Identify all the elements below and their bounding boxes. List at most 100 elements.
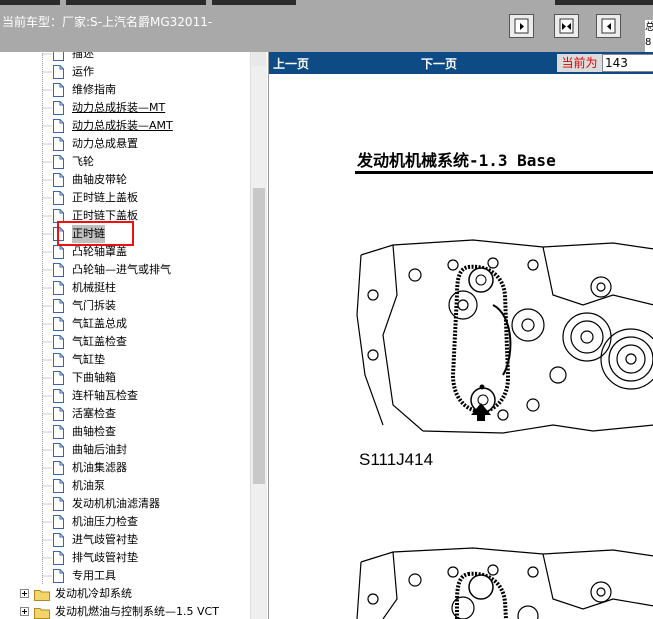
tree-item[interactable]: 曲轴检查 — [0, 423, 250, 441]
tree-item-label: 曲轴后油封 — [72, 443, 127, 456]
tree-item-label: 飞轮 — [72, 155, 94, 168]
tree-line — [42, 243, 52, 261]
scroll-up-icon[interactable] — [252, 52, 266, 66]
arrow-right-icon — [514, 18, 529, 34]
tree-line — [42, 459, 52, 477]
tree-item[interactable]: 动力总成拆装—AMT — [0, 117, 250, 135]
tree-item[interactable]: 维修指南 — [0, 81, 250, 99]
tree-item-label: 气缸盖总成 — [72, 317, 127, 330]
vehicle-title-label: 当前车型： — [2, 15, 63, 29]
tree-item[interactable]: 动力总成拆装—MT — [0, 99, 250, 117]
tree-item[interactable]: 机油压力检查 — [0, 513, 250, 531]
next-page-link[interactable]: 下一页 — [421, 55, 457, 72]
tree-item[interactable]: 进气歧管衬垫 — [0, 531, 250, 549]
tab-strip-2[interactable] — [66, 0, 206, 5]
tree-line — [42, 99, 52, 117]
page-icon — [53, 83, 64, 97]
tree-item[interactable]: 曲轴后油封 — [0, 441, 250, 459]
document-title: 发动机机械系统-1.3 Base — [357, 151, 556, 170]
tree-item-label: 气门拆装 — [72, 299, 116, 312]
prev-page-link[interactable]: 上一页 — [273, 55, 309, 72]
chapter-tree: 描述运作 维修指南动力总成拆装—MT 动力总成拆装—AMT 动力总成悬置飞轮曲轴皮带轮… — [0, 52, 250, 619]
tree-line — [42, 495, 52, 513]
tree-item[interactable]: 专用工具 — [0, 567, 250, 585]
tree-line — [42, 117, 52, 135]
scroll-thumb[interactable] — [253, 188, 265, 484]
tree-folder[interactable]: 发动机冷却系统 — [0, 585, 250, 603]
tree-item[interactable]: 连杆轴瓦检查 — [0, 387, 250, 405]
tree-item-label: 机油集滤器 — [72, 461, 127, 474]
tree-line — [42, 405, 52, 423]
fit-page-button[interactable] — [554, 14, 579, 38]
tree-line — [42, 567, 52, 585]
tree-item-label: 曲轴皮带轮 — [72, 173, 127, 186]
tree-folder-label: 发动机冷却系统 — [55, 587, 132, 600]
title-rule — [355, 171, 653, 174]
page-icon — [53, 497, 64, 511]
tree-item[interactable]: 活塞检查 — [0, 405, 250, 423]
tree-item-label: 专用工具 — [72, 569, 116, 582]
page-icon — [53, 461, 64, 475]
tab-strip-3[interactable] — [212, 0, 296, 5]
tree-item-label: 连杆轴瓦检查 — [72, 389, 138, 402]
tree-item[interactable]: 下曲轴箱 — [0, 369, 250, 387]
tree-line — [42, 297, 52, 315]
tree-item[interactable]: 正时链上盖板 — [0, 189, 250, 207]
tree-scrollbar[interactable] — [250, 52, 267, 619]
page-icon — [53, 569, 64, 583]
tree-item-label: 机油压力检查 — [72, 515, 138, 528]
tree-item[interactable]: 机械挺柱 — [0, 279, 250, 297]
next-page-icon-button[interactable] — [509, 14, 534, 38]
tree-item[interactable]: 机油泵 — [0, 477, 250, 495]
tree-item-label: 动力总成拆装—MT — [72, 101, 166, 114]
tree-line — [42, 369, 52, 387]
tree-line — [42, 513, 52, 531]
previous-page-icon-button[interactable] — [596, 14, 621, 38]
arrow-left-icon — [601, 18, 616, 34]
page-icon — [53, 407, 64, 421]
tree-item[interactable]: 气门拆装 — [0, 297, 250, 315]
tree-line — [42, 81, 52, 99]
page-icon — [53, 353, 64, 367]
page-icon — [53, 191, 64, 205]
tree-item[interactable]: 动力总成悬置 — [0, 135, 250, 153]
tree-item[interactable]: 排气歧管衬垫 — [0, 549, 250, 567]
page-nav-bar: 上一页 下一页 当前为 — [269, 52, 653, 74]
tree-item[interactable]: 曲轴皮带轮 — [0, 171, 250, 189]
page-icon — [53, 479, 64, 493]
tree-folder[interactable]: 发动机燃油与控制系统—1.5 VCT — [0, 603, 250, 619]
plus-box-icon[interactable] — [20, 589, 29, 598]
tree-item[interactable]: 机油集滤器 — [0, 459, 250, 477]
current-page-label: 当前为 — [557, 54, 602, 72]
page-icon — [53, 551, 64, 565]
plus-box-icon[interactable] — [20, 607, 29, 616]
tree-line — [42, 531, 52, 549]
tree-item[interactable]: 描述 — [0, 52, 250, 63]
tree-item-label: 下曲轴箱 — [72, 371, 116, 384]
tree-line — [42, 207, 52, 225]
tree-item[interactable]: 飞轮 — [0, 153, 250, 171]
tree-item-label: 动力总成拆装—AMT — [72, 119, 173, 132]
tree-item[interactable]: 凸轮轴—进气或排气 — [0, 261, 250, 279]
tree-item[interactable]: 气缸垫 — [0, 351, 250, 369]
page-icon — [53, 533, 64, 547]
tree-item-label: 气缸垫 — [72, 353, 105, 366]
tree-line — [42, 135, 52, 153]
tree-item-label: 描述 — [72, 52, 94, 60]
tab-strip-4[interactable] — [555, 0, 653, 5]
tree-line — [42, 225, 52, 243]
tree-item[interactable]: 发动机机油滤清器 — [0, 495, 250, 513]
page-icon — [53, 137, 64, 151]
tree-line — [42, 441, 52, 459]
figure-label: S111J414 — [359, 450, 434, 469]
tree-item-label: 进气歧管衬垫 — [72, 533, 138, 546]
tree-item[interactable]: 运作 — [0, 63, 250, 81]
tree-item-label: 凸轮轴—进气或排气 — [72, 263, 171, 276]
engine-timing-chain-diagram — [356, 239, 653, 434]
tree-item-label: 气缸盖检查 — [72, 335, 127, 348]
tree-item[interactable]: 气缸盖检查 — [0, 333, 250, 351]
tree-item[interactable]: 气缸盖总成 — [0, 315, 250, 333]
tab-strip-1[interactable] — [0, 0, 60, 5]
tree-item-label: 活塞检查 — [72, 407, 116, 420]
current-page-input[interactable] — [602, 54, 653, 72]
